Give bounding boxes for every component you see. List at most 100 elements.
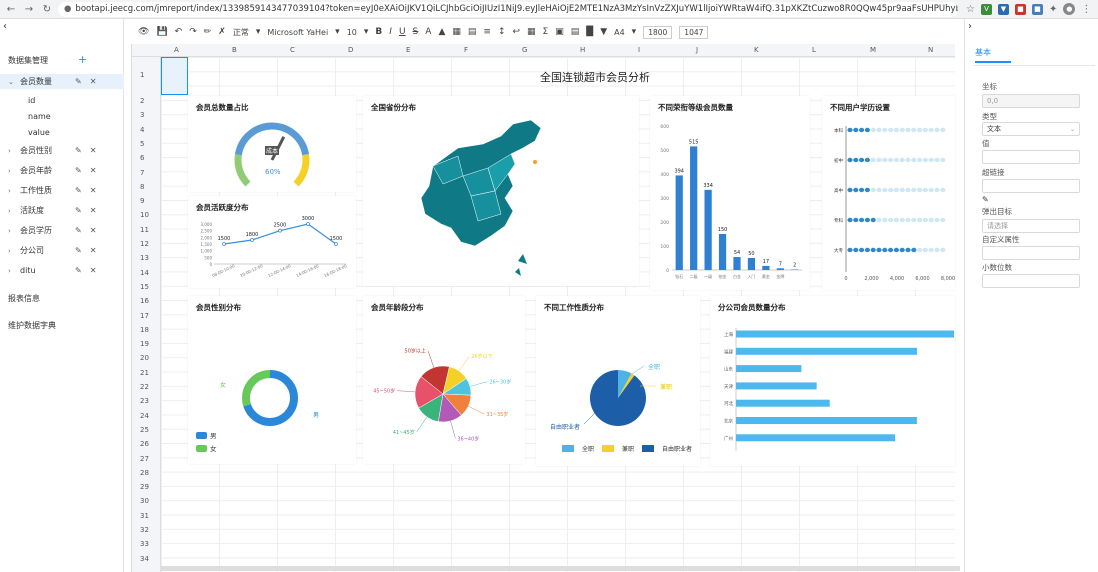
field-item[interactable]: value: [28, 128, 50, 137]
dataset-item[interactable]: › ditu ✎ ✕: [0, 263, 124, 278]
tab-basic[interactable]: 基本: [975, 47, 1011, 63]
legend-item[interactable]: 女: [196, 443, 217, 453]
column-label[interactable]: H: [580, 46, 585, 54]
age-chart[interactable]: 会员年龄段分布 50岁以上 26岁以下 26~30岁 31~35岁 36~40岁 41~4…: [363, 296, 525, 464]
extension-icon[interactable]: ■: [1014, 3, 1026, 15]
delete-icon[interactable]: ✕: [90, 186, 97, 195]
font-family-select[interactable]: Microsoft YaHei: [267, 28, 328, 37]
custom-attr-input[interactable]: [982, 246, 1080, 260]
dataset-item[interactable]: ⌄ 会员数量 ✎ ✕: [0, 74, 124, 89]
reload-icon[interactable]: ↻: [40, 2, 54, 16]
format-painter-icon[interactable]: ✏: [204, 27, 212, 37]
column-label[interactable]: K: [754, 46, 759, 54]
edit-icon[interactable]: ✎: [75, 206, 82, 215]
legend-label[interactable]: 自由职业者: [662, 444, 692, 453]
collapse-right-icon[interactable]: ›: [968, 21, 972, 32]
text-color-icon[interactable]: A: [425, 27, 431, 37]
chevron-right-icon[interactable]: ›: [8, 247, 18, 255]
row-label[interactable]: 31: [140, 512, 149, 520]
valign-icon[interactable]: ↕: [498, 27, 506, 37]
edit-icon[interactable]: ✎: [75, 77, 82, 86]
activity-chart[interactable]: 会员活跃度分布 0 500 1,000 1,500 2,000 2,500 3,000 150…: [188, 196, 356, 288]
legend-label[interactable]: 兼职: [622, 444, 634, 453]
row-label[interactable]: 19: [140, 340, 149, 348]
extension-icon[interactable]: ■: [1031, 3, 1043, 15]
row-label[interactable]: 5: [140, 140, 144, 148]
delete-icon[interactable]: ✕: [90, 206, 97, 215]
edit-icon[interactable]: ✎: [75, 186, 82, 195]
row-label[interactable]: 17: [140, 312, 149, 320]
bold-icon[interactable]: B: [375, 27, 382, 37]
row-label[interactable]: 32: [140, 526, 149, 534]
column-label[interactable]: M: [870, 46, 876, 54]
row-label[interactable]: 14: [140, 269, 149, 277]
delete-icon[interactable]: ✕: [90, 146, 97, 155]
row-label[interactable]: 30: [140, 497, 149, 505]
forward-icon[interactable]: →: [22, 2, 36, 16]
row-label[interactable]: 13: [140, 254, 149, 262]
edit-icon[interactable]: ✎: [75, 146, 82, 155]
row-label[interactable]: 18: [140, 326, 149, 334]
table-icon[interactable]: ▦: [527, 27, 536, 37]
column-label[interactable]: L: [812, 46, 816, 54]
column-label[interactable]: N: [928, 46, 933, 54]
edit-icon[interactable]: ✎: [75, 226, 82, 235]
delete-icon[interactable]: ✕: [90, 266, 97, 275]
function-icon[interactable]: Σ: [543, 27, 549, 37]
height-input[interactable]: 1047: [679, 25, 709, 39]
border-icon[interactable]: ▦: [452, 27, 461, 37]
extension-icon[interactable]: V: [980, 3, 992, 15]
column-label[interactable]: J: [696, 46, 698, 54]
chart-icon[interactable]: ▤: [571, 27, 580, 37]
field-item[interactable]: name: [28, 112, 51, 121]
delete-icon[interactable]: ✕: [90, 246, 97, 255]
row-label[interactable]: 7: [140, 169, 144, 177]
type-select[interactable]: 文本 ⌄: [982, 122, 1080, 136]
row-label[interactable]: 16: [140, 297, 149, 305]
export-icon[interactable]: ▼: [600, 27, 607, 37]
menu-icon[interactable]: ⋮: [1081, 4, 1091, 15]
education-chart[interactable]: 不同用户学历设置 本科 初中 高中 专科 大专 0 2,000 4,000 6,000 8,000: [822, 96, 955, 290]
report-info-item[interactable]: 报表信息: [8, 293, 40, 304]
edit-icon[interactable]: ✎: [75, 166, 82, 175]
row-label[interactable]: 26: [140, 440, 149, 448]
column-label[interactable]: C: [290, 46, 295, 54]
dataset-item[interactable]: › 会员年龄 ✎ ✕: [0, 163, 124, 178]
maintain-dict-link[interactable]: 维护数据字典: [8, 320, 56, 331]
map-chart[interactable]: 全国省份分布: [363, 96, 639, 286]
column-label[interactable]: E: [406, 46, 410, 54]
avatar[interactable]: ●: [1063, 3, 1076, 15]
chevron-right-icon[interactable]: ›: [8, 267, 18, 275]
chevron-right-icon[interactable]: ›: [8, 207, 18, 215]
align-icon[interactable]: ≡: [483, 27, 491, 37]
row-label[interactable]: 3: [140, 111, 144, 119]
column-label[interactable]: F: [464, 46, 468, 54]
column-label[interactable]: D: [348, 46, 353, 54]
column-label[interactable]: B: [232, 46, 237, 54]
image-icon[interactable]: ▣: [555, 27, 564, 37]
dataset-item[interactable]: › 工作性质 ✎ ✕: [0, 183, 124, 198]
barcode-icon[interactable]: █: [586, 27, 593, 37]
column-label[interactable]: A: [174, 46, 179, 54]
undo-icon[interactable]: ↶: [175, 27, 183, 37]
row-label[interactable]: 6: [140, 154, 144, 162]
dataset-item[interactable]: › 活跃度 ✎ ✕: [0, 203, 124, 218]
chevron-right-icon[interactable]: ›: [8, 147, 18, 155]
value-input[interactable]: [982, 150, 1080, 164]
font-size-select[interactable]: 10: [347, 28, 357, 37]
gauge-chart[interactable]: 会员总数量占比 成本 60%: [188, 96, 356, 192]
row-label[interactable]: 34: [140, 555, 149, 563]
gender-chart[interactable]: 会员性别分布 女 男 男 女: [188, 296, 356, 464]
edit-icon[interactable]: ✎: [75, 246, 82, 255]
row-label[interactable]: 22: [140, 383, 149, 391]
edit-icon[interactable]: ✎: [75, 266, 82, 275]
row-label[interactable]: 10: [140, 211, 149, 219]
target-select[interactable]: 请选择: [982, 219, 1080, 233]
dataset-item[interactable]: › 分公司 ✎ ✕: [0, 243, 124, 258]
puzzle-icon[interactable]: ✦: [1049, 4, 1057, 15]
paper-size-select[interactable]: A4: [614, 28, 625, 37]
column-label[interactable]: I: [638, 46, 640, 54]
delete-icon[interactable]: ✕: [90, 226, 97, 235]
chevron-down-icon[interactable]: ⌄: [8, 78, 18, 86]
row-label[interactable]: 23: [140, 397, 149, 405]
